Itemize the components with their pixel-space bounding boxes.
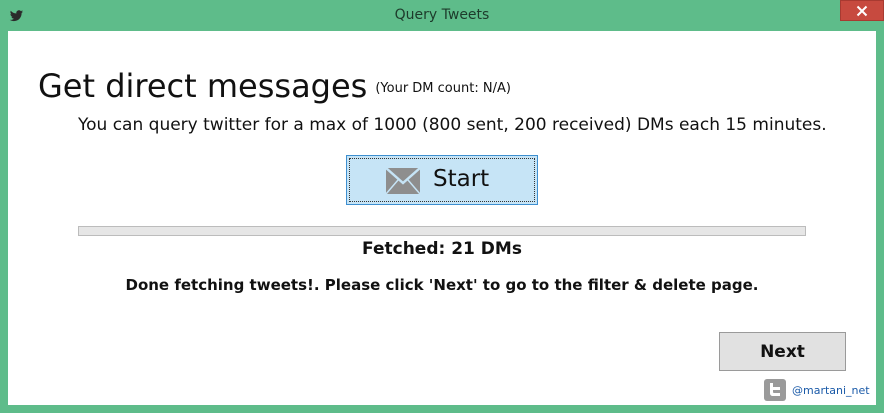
author-credit: @martani_net <box>764 379 870 401</box>
progress-bar <box>78 226 806 236</box>
page-heading: Get direct messages (Your DM count: N/A) <box>38 67 511 105</box>
title-bar[interactable]: Query Tweets <box>0 0 884 32</box>
start-button-label: Start <box>433 166 490 192</box>
window-title: Query Tweets <box>394 7 490 23</box>
start-button[interactable]: Start <box>346 155 538 205</box>
fetched-count: Fetched: 21 DMs <box>362 239 522 259</box>
description-text: You can query twitter for a max of 1000 … <box>78 115 827 135</box>
author-link[interactable]: @martani_net <box>792 384 870 397</box>
twitter-icon <box>764 379 786 401</box>
next-button[interactable]: Next <box>719 332 846 371</box>
close-icon <box>856 5 868 16</box>
close-button[interactable] <box>840 0 884 21</box>
status-message: Done fetching tweets!. Please click 'Nex… <box>125 276 759 294</box>
dm-count-label: (Your DM count: N/A) <box>375 80 511 96</box>
content-panel: Get direct messages (Your DM count: N/A) … <box>8 31 876 405</box>
envelope-icon <box>385 167 421 195</box>
page-title: Get direct messages <box>38 67 368 105</box>
app-window: Query Tweets Get direct messages (Your DM… <box>0 0 884 413</box>
